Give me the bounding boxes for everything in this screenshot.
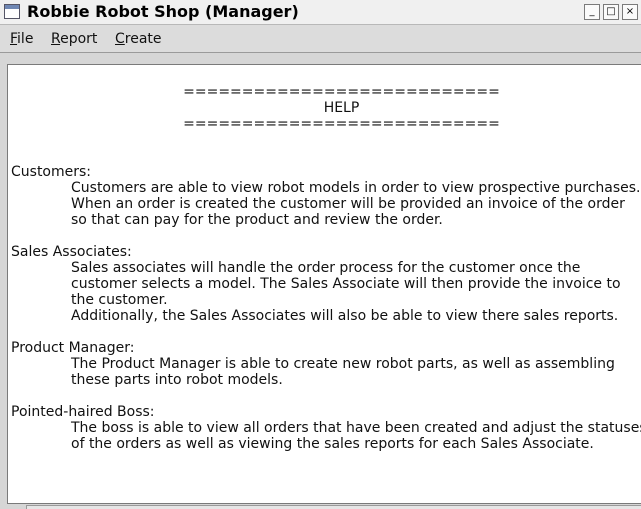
help-heading: HELP: [323, 100, 360, 116]
section-line: these parts into robot models.: [71, 372, 283, 388]
section-line: Customers are able to view robot models …: [71, 180, 641, 196]
section-title-customers: Customers:: [11, 164, 92, 180]
section-line: the customer.: [71, 292, 168, 308]
close-button[interactable]: ×: [622, 4, 638, 20]
menu-file[interactable]: File: [10, 30, 33, 48]
app-window-icon: [4, 4, 20, 19]
section-line: The boss is able to view all orders that…: [71, 420, 641, 436]
section-line: so that can pay for the product and revi…: [71, 212, 443, 228]
section-title-boss: Pointed-haired Boss:: [11, 404, 155, 420]
section-line: Sales associates will handle the order p…: [71, 260, 581, 276]
section-line: The Product Manager is able to create ne…: [71, 356, 615, 372]
section-line: When an order is created the customer wi…: [71, 196, 625, 212]
menu-bar: File Report Create: [0, 25, 641, 53]
horizontal-scrollbar[interactable]: [0, 504, 641, 509]
section-title-sales-associates: Sales Associates:: [11, 244, 132, 260]
help-separator-bottom: ===========================: [183, 116, 500, 132]
help-separator-top: ===========================: [183, 84, 500, 100]
menu-report[interactable]: Report: [51, 30, 97, 48]
window-title: Robbie Robot Shop (Manager): [27, 2, 299, 21]
section-line: Additionally, the Sales Associates will …: [71, 308, 619, 324]
maximize-button[interactable]: □: [603, 4, 619, 20]
title-bar: Robbie Robot Shop (Manager) _ □ ×: [0, 0, 641, 25]
help-text-area[interactable]: =========================== HELP =======…: [7, 64, 641, 504]
section-line: of the orders as well as viewing the sal…: [71, 436, 594, 452]
section-line: customer selects a model. The Sales Asso…: [71, 276, 621, 292]
section-title-product-manager: Product Manager:: [11, 340, 135, 356]
minimize-button[interactable]: _: [584, 4, 600, 20]
menu-create[interactable]: Create: [115, 30, 162, 48]
